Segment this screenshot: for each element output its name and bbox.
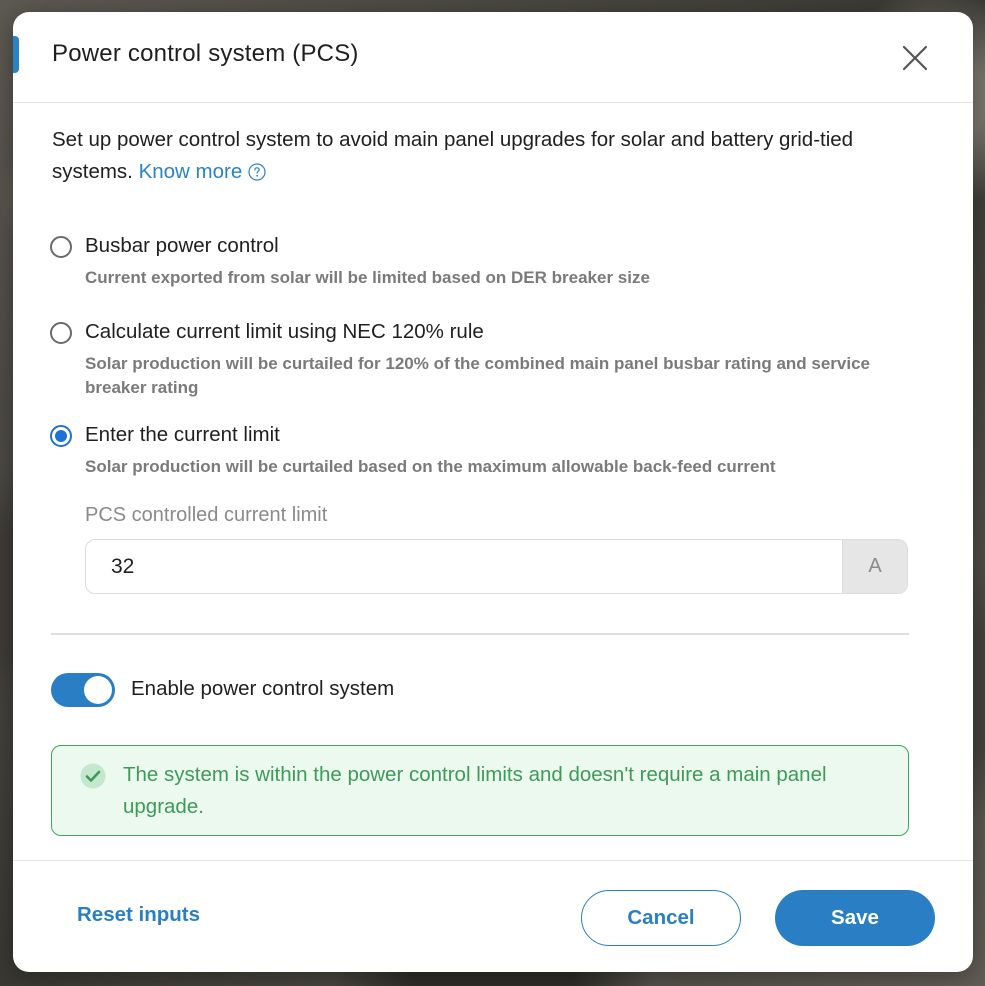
close-icon [902,45,928,71]
option-label: Busbar power control [85,234,279,257]
reset-inputs-button[interactable]: Reset inputs [77,903,200,927]
option-label: Calculate current limit using NEC 120% r… [85,320,484,343]
current-limit-field: A [85,539,908,594]
radio-busbar-power-control[interactable] [50,236,72,258]
status-alert-text: The system is within the power control l… [123,763,827,818]
option-description: Solar production will be curtailed for 1… [85,354,870,397]
radio-nec-120-rule[interactable] [50,322,72,344]
current-unit-suffix: A [842,540,907,593]
status-alert: The system is within the power control l… [51,745,909,836]
enable-pcs-toggle[interactable] [51,673,115,707]
option-label: Enter the current limit [85,423,280,446]
option-description: Solar production will be curtailed based… [85,457,776,476]
option-description: Current exported from solar will be limi… [85,268,650,287]
radio-enter-current-limit[interactable] [50,425,72,447]
pcs-dialog: Power control system (PCS) Set up power … [13,12,973,972]
know-more-link[interactable]: Know more [139,160,243,183]
close-button[interactable] [899,42,931,74]
cancel-button[interactable]: Cancel [581,890,741,946]
check-circle-icon [80,763,106,789]
save-button[interactable]: Save [775,890,935,946]
section-divider [51,633,909,635]
dialog-footer: Reset inputs Cancel Save [13,860,973,972]
dialog-title: Power control system (PCS) [52,40,359,67]
toggle-knob [84,676,112,704]
current-limit-label: PCS controlled current limit [85,504,328,526]
help-icon[interactable] [248,163,266,181]
current-limit-input[interactable] [86,540,844,593]
intro-paragraph: Set up power control system to avoid mai… [52,124,912,188]
dialog-header: Power control system (PCS) [13,12,973,103]
enable-pcs-label: Enable power control system [131,677,395,700]
